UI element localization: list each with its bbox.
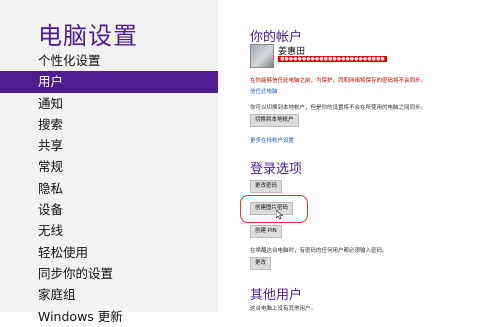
sidebar-item-search[interactable]: 搜索 [0,114,218,135]
sidebar-item-users[interactable]: 用户 [0,71,218,93]
change-password-button[interactable]: 更改密码 [250,180,283,193]
sidebar-nav: 个性化设置 用户 通知 搜索 共享 常规 隐私 设备 无线 轻松使用 同步你的设… [0,50,218,327]
trust-pc-link[interactable]: 信任此电脑 [250,87,278,95]
local-account-info: 你可以切换到本地帐户，但是你的设置将不会在所使用的电脑之间同步。 [250,105,427,111]
login-options-heading: 登录选项 [250,162,303,177]
sidebar-item-personalize[interactable]: 个性化设置 [0,50,218,71]
mouse-cursor-icon [276,210,284,220]
create-picture-password-button[interactable]: 创建图片密码 [250,202,294,215]
sidebar-item-general[interactable]: 常规 [0,156,218,177]
page-title: 电脑设置 [38,22,138,50]
sidebar-item-notifications[interactable]: 通知 [0,93,218,114]
sidebar-item-devices[interactable]: 设备 [0,199,218,220]
sidebar-item-wireless[interactable]: 无线 [0,220,218,241]
user-email-redacted: ●●●●●●●●●●●●●●●●●●●●●●●● [278,56,387,62]
settings-content: 你的帐户 姜惠田 ●●●●●●●●●●●●●●●●●●●●●●●● 在你能够信任… [218,0,500,312]
more-online-account-settings-link[interactable]: 更多在线帐户设置 [250,136,294,144]
sidebar-item-share[interactable]: 共享 [0,135,218,156]
sidebar-item-privacy[interactable]: 隐私 [0,178,218,199]
other-users-text: 这台电脑上没有其他用户。 [250,306,317,312]
sidebar-item-sync[interactable]: 同步你的设置 [0,263,218,284]
sidebar-item-ease-of-access[interactable]: 轻松使用 [0,242,218,263]
account-heading: 你的帐户 [250,30,303,45]
change-wake-setting-button[interactable]: 更改 [250,257,272,270]
avatar[interactable] [250,44,274,68]
wake-password-text: 在唤醒这台电脑时，有密码的任何用户都必须输入密码。 [250,248,388,254]
create-pin-button[interactable]: 创建 PIN [250,225,282,238]
sidebar-item-windows-update[interactable]: Windows 更新 [0,306,218,327]
other-users-heading: 其他用户 [250,288,303,303]
settings-sidebar: 电脑设置 个性化设置 用户 通知 搜索 共享 常规 隐私 设备 无线 轻松使用 … [0,0,218,324]
switch-to-local-account-button[interactable]: 切换到本地帐户 [250,114,299,127]
sidebar-item-homegroup[interactable]: 家庭组 [0,284,218,305]
trust-warning-text: 在你能够信任此电脑之前，为保护，同和网络将保存的密码将不会同步。 [250,78,427,84]
